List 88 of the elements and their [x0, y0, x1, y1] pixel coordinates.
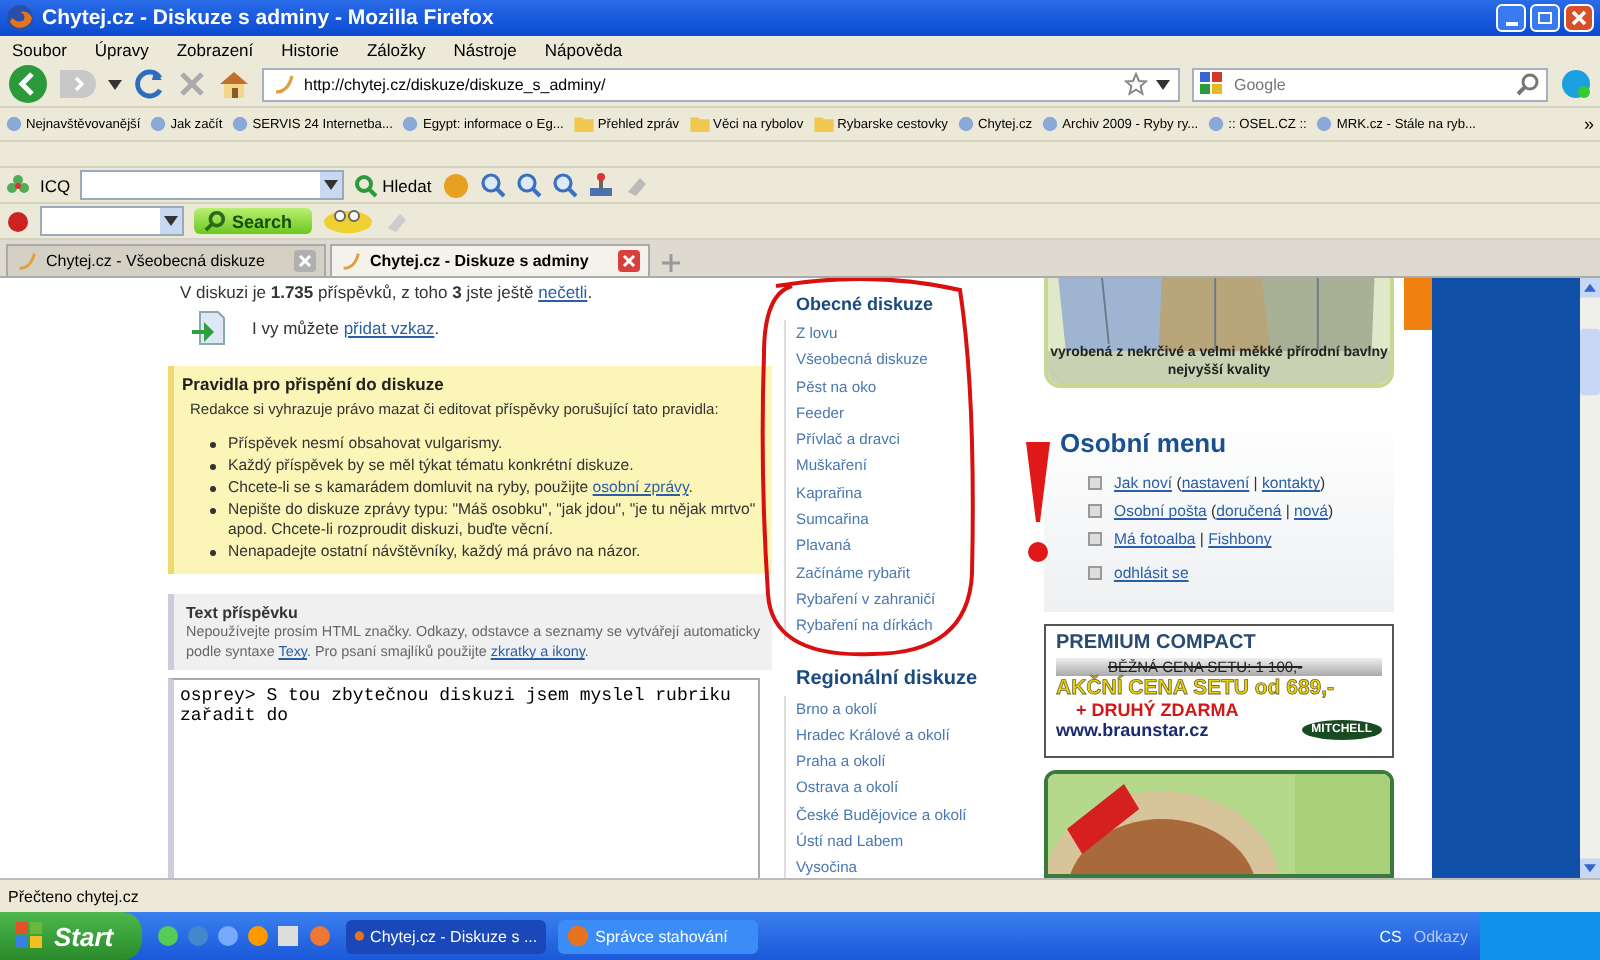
- reload-icon[interactable]: [134, 68, 166, 100]
- globe-icon: [232, 116, 249, 132]
- dropdown-arrow-icon[interactable]: [1156, 79, 1170, 89]
- windows-icon: [16, 922, 44, 950]
- globe-icon: [402, 116, 419, 132]
- bullet-icon: [210, 442, 216, 448]
- zoom-icon[interactable]: [515, 172, 542, 198]
- search-icon[interactable]: [1516, 72, 1540, 96]
- new-tab-button[interactable]: [661, 253, 679, 271]
- globe-icon: [957, 116, 974, 132]
- window-title: Chytej.cz - Diskuze s adminy - Mozilla Firefox: [42, 6, 496, 30]
- folder-icon: [689, 116, 710, 132]
- scrollbar[interactable]: [1580, 278, 1600, 878]
- menu-item[interactable]: Zobrazení: [176, 39, 254, 59]
- menu-item[interactable]: Soubor: [12, 39, 67, 59]
- ad-url: www.braunstar.cz: [1056, 720, 1209, 741]
- globe-icon: [6, 116, 22, 132]
- menu-item[interactable]: Nástroje: [453, 39, 517, 59]
- link[interactable]: přidat vzkaz: [343, 318, 435, 338]
- post-text-label: Text příspěvku: [186, 604, 300, 622]
- bonus-text: + DRUHÝ ZDARMA: [1074, 700, 1241, 721]
- taskbar-button[interactable]: Chytej.cz - Diskuze s ...: [345, 919, 546, 953]
- icq-search-field[interactable]: [80, 170, 345, 200]
- system-tray: [1480, 912, 1600, 960]
- bullet-icon: [1088, 476, 1102, 491]
- rules-title: Pravidla pro přispění do diskuze: [182, 374, 446, 394]
- discussion-stats-text: V diskuzi je 1.735 příspěvků, z toho 3 jste ještě nečetli.: [180, 282, 595, 302]
- exclamation-mark-drawing: [1024, 438, 1052, 566]
- menu-item[interactable]: Historie: [281, 39, 339, 59]
- close-button[interactable]: [1564, 4, 1594, 32]
- globe-icon: [1042, 116, 1059, 132]
- menu-item[interactable]: Úpravy: [94, 39, 149, 59]
- bullet-icon: [210, 464, 216, 470]
- taskbar-button[interactable]: Správce stahování: [557, 919, 758, 953]
- dropdown-arrow-icon[interactable]: [164, 216, 178, 226]
- address-field[interactable]: http://chytej.cz/diskuze/diskuze_s_adminy/: [262, 67, 1180, 101]
- bullet-icon: [210, 550, 216, 556]
- search-box[interactable]: Google: [1192, 67, 1548, 101]
- hook-icon: [16, 250, 38, 272]
- language-indicator[interactable]: CS: [1379, 927, 1402, 945]
- close-tab-icon[interactable]: [618, 250, 640, 272]
- minimize-button[interactable]: [1496, 4, 1526, 32]
- bullet-icon: [210, 486, 216, 492]
- close-tab-icon[interactable]: [294, 250, 316, 272]
- add-post-text: I vy můžete přidat vzkaz.: [252, 318, 440, 338]
- ad-title: PREMIUM COMPACT: [1056, 632, 1258, 655]
- star-icon[interactable]: [1124, 72, 1148, 96]
- search-button[interactable]: Search: [194, 208, 313, 234]
- dropdown-arrow-icon[interactable]: [324, 180, 339, 190]
- hook-icon: [272, 72, 296, 96]
- browser-tab[interactable]: Chytej.cz - Diskuze s adminy: [330, 244, 650, 276]
- more-bookmarks-button[interactable]: »: [1583, 114, 1594, 134]
- bullet-icon: [1088, 532, 1102, 547]
- globe-icon: [150, 116, 167, 132]
- restore-button[interactable]: [1530, 4, 1560, 32]
- link[interactable]: nečetli: [538, 282, 588, 302]
- bullet-icon: [210, 508, 216, 514]
- zoom-icon[interactable]: [551, 172, 578, 198]
- bullet-icon: [1088, 566, 1102, 581]
- personal-menu-title: Osobní menu: [1060, 428, 1229, 459]
- joystick-icon[interactable]: [587, 172, 614, 198]
- search-combo-field[interactable]: [40, 206, 184, 236]
- browser-tab[interactable]: Chytej.cz - Všeobecná diskuze: [6, 244, 326, 276]
- post-text-field[interactable]: osprey> S tou zbytečnou diskuzi jsem myslel rubriku zařadit do: [168, 678, 760, 878]
- menu-item[interactable]: Záložky: [366, 39, 426, 59]
- dropdown-arrow-icon[interactable]: [108, 79, 122, 89]
- quick-launch-icons[interactable]: [153, 922, 334, 950]
- globe-icon: [1316, 116, 1333, 132]
- home-icon[interactable]: [218, 69, 250, 99]
- bullet-icon: [1088, 504, 1102, 519]
- folder-icon: [813, 116, 834, 132]
- flower-icon[interactable]: [6, 173, 30, 197]
- google-icon[interactable]: [1200, 72, 1228, 96]
- search-button[interactable]: Hledat: [354, 173, 432, 197]
- folder-icon: [573, 116, 594, 132]
- search-icon: [354, 173, 379, 197]
- icq-label[interactable]: ICQ: [40, 175, 71, 195]
- sale-price-text: AKČNÍ CENA SETU od 689,-: [1056, 676, 1337, 701]
- category-heading: Regionální diskuze: [796, 667, 978, 690]
- globe-icon: [1208, 116, 1225, 132]
- start-button[interactable]: Start: [0, 912, 142, 960]
- hook-icon: [340, 250, 362, 272]
- search-icon: [204, 210, 226, 232]
- zoom-icon[interactable]: [479, 172, 506, 198]
- category-heading: Obecné diskuze: [796, 294, 934, 314]
- back-button[interactable]: [8, 64, 48, 104]
- add-post-icon: [192, 310, 228, 346]
- menu-item[interactable]: Nápověda: [544, 39, 623, 59]
